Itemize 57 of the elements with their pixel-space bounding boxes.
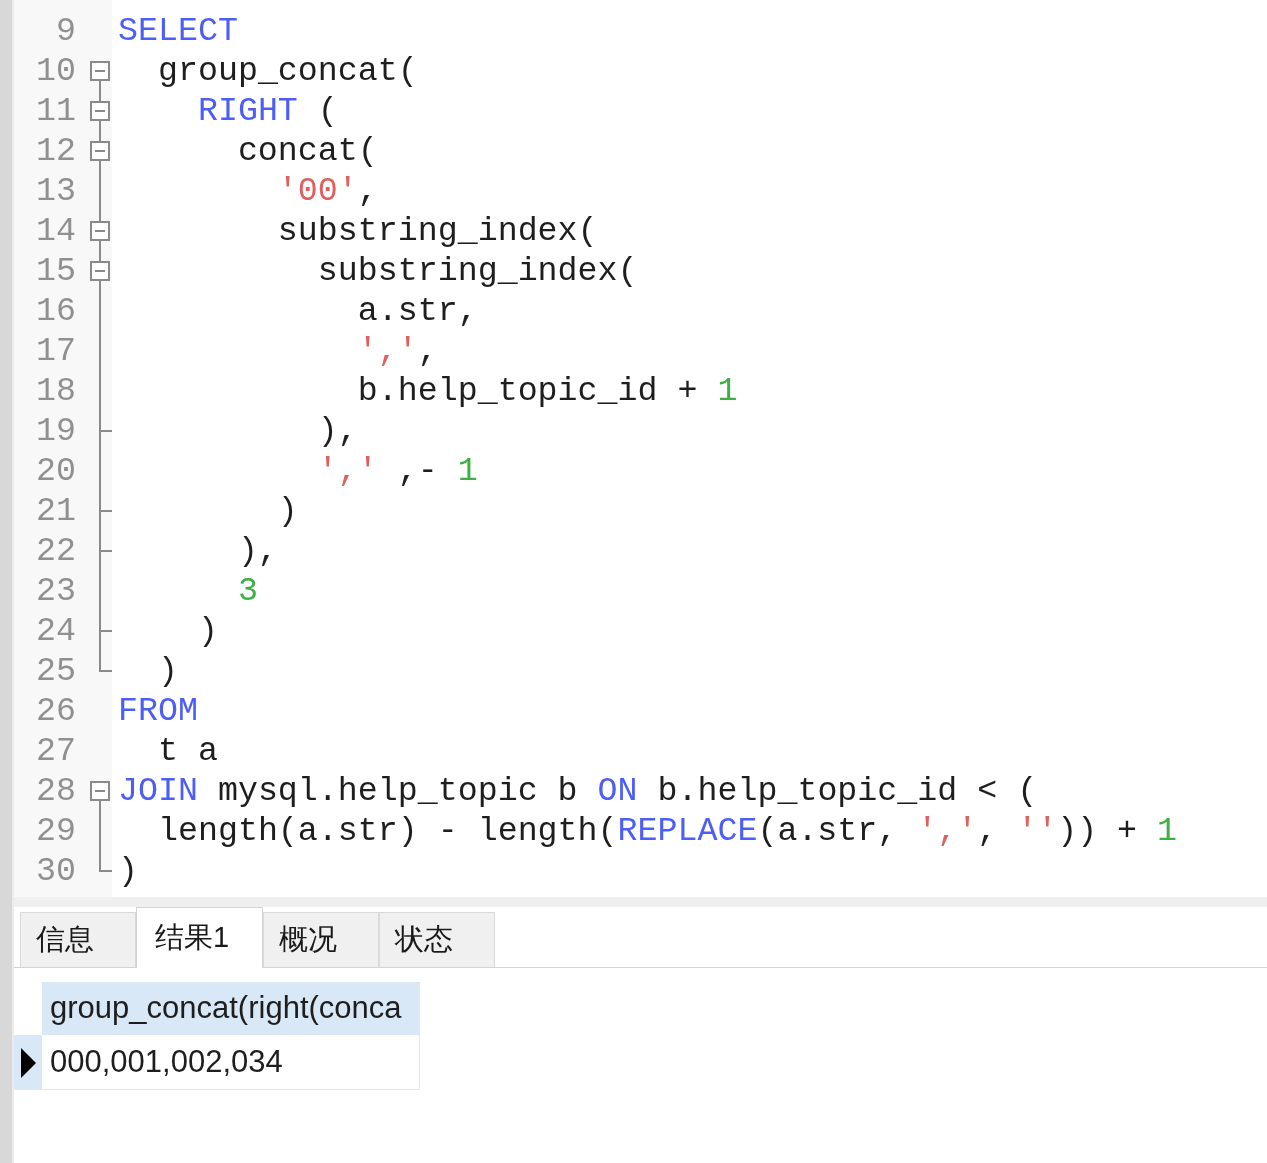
line-number: 28 (36, 771, 76, 811)
code-line: ), (237, 531, 278, 571)
line-number: 10 (36, 51, 76, 91)
minus-box-icon[interactable] (90, 781, 110, 801)
code-line: '00', (277, 171, 378, 211)
minus-box-icon[interactable] (90, 101, 110, 121)
line-number: 29 (36, 811, 76, 851)
code-line: SELECT (118, 11, 238, 51)
tab[interactable]: 概况 (263, 912, 379, 967)
code-line: a.str, (357, 291, 478, 331)
row-header[interactable] (14, 1035, 42, 1090)
table-cell: 000,001,002,034 (42, 1035, 420, 1090)
line-number: 21 (36, 491, 76, 531)
line-number: 23 (36, 571, 76, 611)
line-number: 22 (36, 531, 76, 571)
code-line: concat( (237, 131, 378, 171)
line-number: 26 (36, 691, 76, 731)
code-line: ) (197, 611, 218, 651)
tab[interactable]: 结果1 (136, 907, 263, 968)
minus-box-icon[interactable] (90, 221, 110, 241)
code-line: length(a.str) - length(REPLACE(a.str, ',', '')) + 1 (157, 811, 1178, 851)
line-number: 25 (36, 651, 76, 691)
minus-box-icon[interactable] (90, 141, 110, 161)
code-line: RIGHT ( (197, 91, 338, 131)
minus-box-icon[interactable] (90, 61, 110, 81)
tab[interactable]: 状态 (379, 912, 495, 967)
code-line: ) (277, 491, 298, 531)
code-line: 3 (237, 571, 258, 611)
line-number: 20 (36, 451, 76, 491)
code-line: substring_index( (317, 251, 638, 291)
tab[interactable]: 信息 (20, 912, 136, 967)
line-number: 27 (36, 731, 76, 771)
line-number: 16 (36, 291, 76, 331)
code-line: FROM (118, 691, 198, 731)
code-line: ) (118, 851, 138, 891)
line-number: 24 (36, 611, 76, 651)
line-number: 11 (36, 91, 76, 131)
line-number: 15 (36, 251, 76, 291)
code-line: ',' ,- 1 (317, 451, 478, 491)
line-number: 12 (36, 131, 76, 171)
code-line: ',', (357, 331, 438, 371)
code-line: group_concat( (157, 51, 418, 91)
code-line: JOIN mysql.help_topic b ON b.help_topic_id < ( (118, 771, 1038, 811)
code-line: ), (317, 411, 358, 451)
code-line: t a (157, 731, 218, 771)
line-number: 17 (36, 331, 76, 371)
minus-box-icon[interactable] (90, 261, 110, 281)
column-header[interactable]: group_concat(right(conca (42, 982, 420, 1035)
line-number: 9 (56, 11, 76, 51)
line-number: 19 (36, 411, 76, 451)
line-number: 13 (36, 171, 76, 211)
code-line: ) (157, 651, 178, 691)
line-number: 30 (36, 851, 76, 891)
line-number: 18 (36, 371, 76, 411)
line-number: 14 (36, 211, 76, 251)
code-line: b.help_topic_id + 1 (357, 371, 738, 411)
code-line: substring_index( (277, 211, 598, 251)
